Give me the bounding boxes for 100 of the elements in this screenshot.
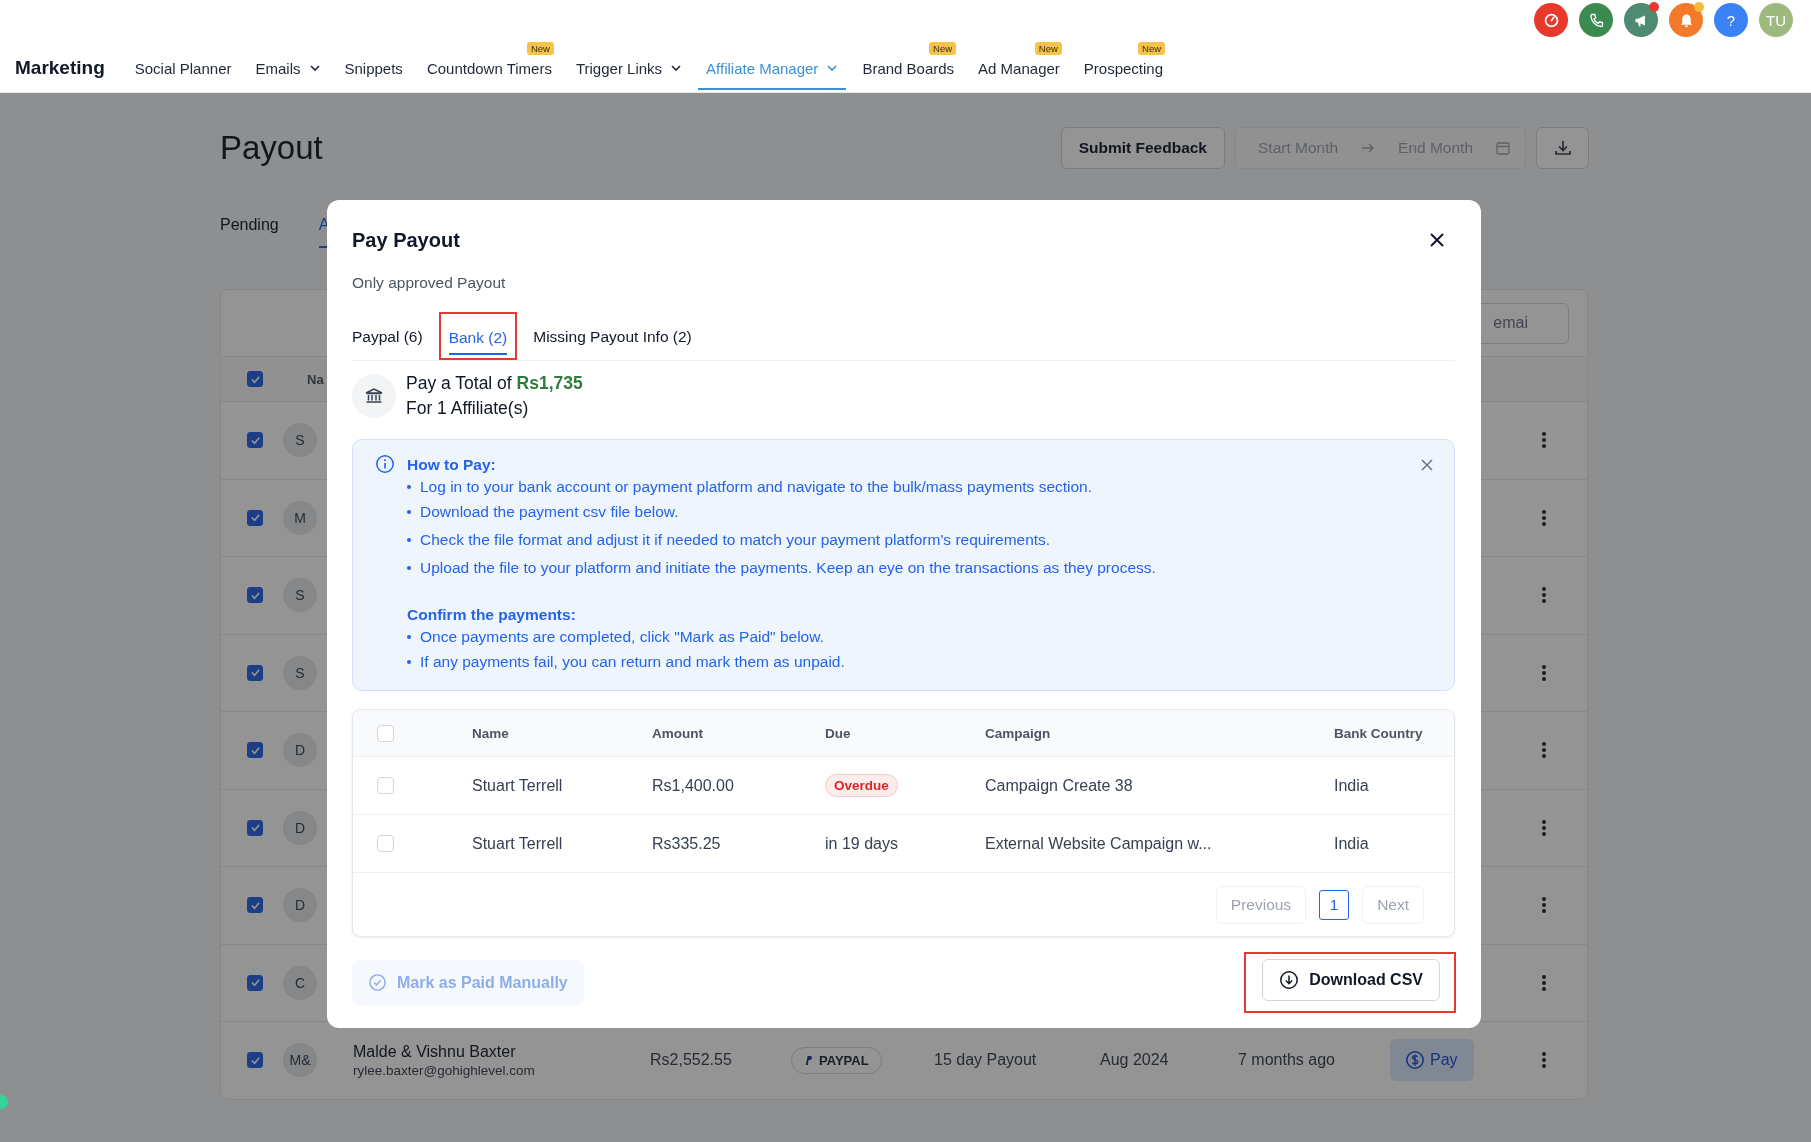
initials-avatar: S xyxy=(283,655,317,690)
checkbox[interactable] xyxy=(247,897,263,914)
letter-p-icon xyxy=(804,1054,813,1066)
checkbox[interactable] xyxy=(247,371,263,387)
initials-avatar: C xyxy=(283,965,317,1000)
chevron-down-icon xyxy=(308,62,321,74)
more-options-icon[interactable] xyxy=(1541,662,1547,683)
checkbox[interactable] xyxy=(247,742,263,759)
initials-avatar: S xyxy=(283,578,317,613)
chevron-down-icon xyxy=(826,62,839,74)
nav-tab[interactable]: Trigger Links xyxy=(575,58,683,78)
checkbox[interactable] xyxy=(247,819,263,836)
close-icon[interactable] xyxy=(1429,232,1445,248)
page-tab[interactable]: Pending xyxy=(220,212,279,252)
chevron-down-icon xyxy=(670,62,683,74)
new-badge: New xyxy=(1138,42,1166,55)
info-heading: How to Pay: xyxy=(407,455,497,475)
more-options-icon[interactable] xyxy=(1541,585,1547,606)
speed-button[interactable] xyxy=(1534,3,1568,37)
more-options-icon[interactable] xyxy=(1541,507,1547,528)
nav-tab[interactable]: Ad Manager xyxy=(978,58,1060,78)
speedometer-icon xyxy=(1542,11,1560,29)
nav-tab[interactable]: Prospecting xyxy=(1083,58,1164,78)
checkbox[interactable] xyxy=(247,974,263,991)
info-heading: Confirm the payments: xyxy=(407,605,577,625)
column-header: Bank Country xyxy=(1334,725,1424,741)
more-options-icon[interactable] xyxy=(1541,972,1547,993)
bell-button[interactable] xyxy=(1669,3,1703,37)
more-options-icon[interactable] xyxy=(1541,817,1547,838)
checkmark-icon xyxy=(249,822,261,834)
calendar-icon xyxy=(1495,140,1511,156)
download-icon xyxy=(1279,970,1300,990)
phone-icon xyxy=(1587,11,1605,29)
affiliate-email: rylee.baxter@gohighlevel.com xyxy=(353,1062,536,1078)
campaign-cell-text: Campaign Create 38 xyxy=(985,776,1134,795)
checkbox[interactable] xyxy=(247,509,263,526)
checkmark-icon xyxy=(249,512,261,524)
nav-tab[interactable]: Countdown Timers xyxy=(426,58,552,78)
initials-avatar: D xyxy=(283,810,317,845)
column-header: Amount xyxy=(652,725,704,741)
month-cell-text: Aug 2024 xyxy=(1100,1051,1170,1070)
dialog-tab[interactable]: Paypal (6) xyxy=(352,315,423,359)
column-header: Na xyxy=(307,372,324,387)
megaphone-button[interactable] xyxy=(1624,3,1658,37)
amount-cell-text: Rs335.25 xyxy=(652,834,722,853)
help-button[interactable]: ? xyxy=(1714,3,1748,37)
checkmark-icon xyxy=(249,977,261,989)
name-cell-text: Stuart Terrell xyxy=(472,776,564,795)
checkmark-icon xyxy=(249,744,261,756)
more-options-icon[interactable] xyxy=(1541,740,1547,761)
dialog-subtitle: Only approved Payout xyxy=(352,274,507,292)
more-options-icon[interactable] xyxy=(1541,895,1547,916)
checkbox[interactable] xyxy=(247,1052,263,1069)
instruction-item: Upload the file to your platform and initiate the payments. Keep an eye on the transactions as they process. xyxy=(420,559,1156,577)
affiliate-name: Malde & Vishnu Baxter xyxy=(353,1042,517,1061)
country-cell-text: India xyxy=(1334,834,1370,853)
submit-feedback-button[interactable]: Submit Feedback xyxy=(1060,127,1225,169)
checkbox[interactable] xyxy=(247,587,263,604)
checkbox[interactable] xyxy=(247,664,263,681)
checkmark-icon xyxy=(249,434,261,446)
country-cell-text: India xyxy=(1334,776,1370,795)
more-options-icon[interactable] xyxy=(1541,430,1547,451)
nav-tab[interactable]: Snippets xyxy=(344,58,403,78)
dialog-tab[interactable]: Missing Payout Info (2) xyxy=(533,315,692,359)
app-title: Marketing xyxy=(15,57,105,79)
checkmark-icon xyxy=(249,589,261,601)
download-icon xyxy=(1552,138,1573,158)
download-csv-button[interactable]: Download CSV xyxy=(1262,959,1440,1001)
dialog-tab[interactable]: Bank (2) xyxy=(448,317,508,355)
nav-tab[interactable]: Brand Boards xyxy=(862,58,955,78)
campaign-cell-text: External Website Campaign w... xyxy=(985,834,1213,853)
column-header: Campaign xyxy=(985,725,1052,741)
amount-cell-text: Rs2,552.55 xyxy=(650,1051,733,1070)
new-badge: New xyxy=(1034,42,1062,55)
dollar-icon xyxy=(1406,1051,1424,1070)
nav-tab[interactable]: Emails xyxy=(255,58,321,78)
new-badge: New xyxy=(526,42,554,55)
overdue-badge: Overdue xyxy=(825,774,898,797)
age-cell-text: 7 months ago xyxy=(1238,1051,1336,1070)
info-icon xyxy=(375,454,395,474)
pay-button[interactable]: Pay xyxy=(1390,1039,1474,1082)
due-cell: in 19 days xyxy=(825,834,898,852)
checkmark-icon xyxy=(249,667,261,679)
instruction-item: Log in to your bank account or payment platform and navigate to the bulk/mass payments section. xyxy=(420,478,1093,496)
column-header: Due xyxy=(825,725,852,741)
page-button[interactable]: 1 xyxy=(1319,889,1350,920)
checkmark-icon xyxy=(249,373,261,385)
checkbox[interactable] xyxy=(247,432,263,449)
page-title: Payout xyxy=(220,129,323,167)
checkmark-icon xyxy=(249,1054,261,1066)
checkmark-icon xyxy=(249,899,261,911)
initials-avatar: M xyxy=(283,500,317,535)
nav-tab[interactable]: Social Planner xyxy=(134,58,232,78)
phone-button[interactable] xyxy=(1579,3,1613,37)
payout-total: Pay a Total of Rs1,735 xyxy=(406,373,583,394)
more-options-icon[interactable] xyxy=(1541,1050,1547,1071)
initials-avatar: D xyxy=(283,888,317,923)
new-badge: New xyxy=(929,42,957,55)
download-button[interactable] xyxy=(1536,127,1589,169)
instruction-item: If any payments fail, you can return and mark them as unpaid. xyxy=(420,653,845,671)
